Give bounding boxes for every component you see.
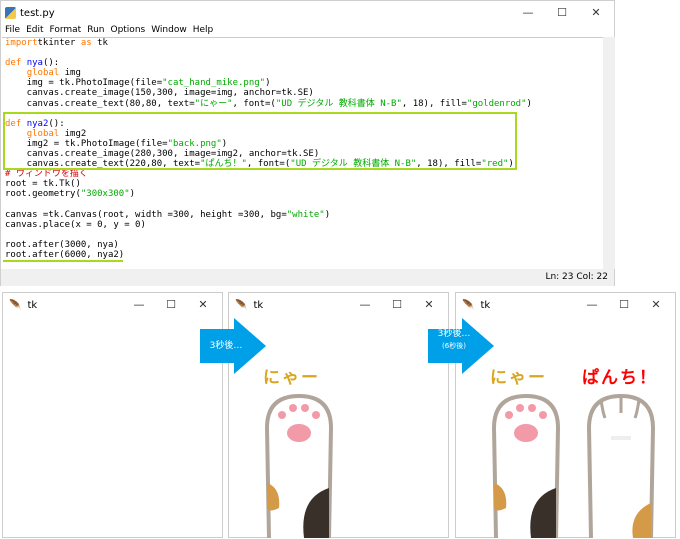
highlight-box bbox=[3, 112, 517, 170]
paw-back-image bbox=[586, 393, 656, 538]
menu-window[interactable]: Window bbox=[151, 25, 187, 37]
code-line: global img bbox=[5, 68, 603, 78]
idle-editor-window: test.py — ☐ ✕ File Edit Format Run Optio… bbox=[0, 0, 615, 286]
code-token: canvas.create_image(150,300, image=img, … bbox=[5, 88, 314, 99]
code-token: "UD デジタル 教科書体 N-B" bbox=[275, 98, 402, 109]
arrow-label: 3秒後… bbox=[209, 341, 243, 351]
tk-window-initial: 🪶 tk — ☐ ✕ bbox=[2, 292, 223, 538]
python-file-icon bbox=[5, 7, 16, 19]
arrow-label: 3秒後… bbox=[437, 329, 471, 339]
code-token: canvas.place(x = 0, y = 0) bbox=[5, 219, 146, 230]
code-token: global bbox=[26, 68, 60, 79]
code-token: , 18), fill= bbox=[401, 98, 467, 109]
code-token: "300x300" bbox=[80, 189, 130, 200]
window-title: tk bbox=[480, 299, 491, 311]
code-token: "white" bbox=[286, 209, 325, 220]
menu-options[interactable]: Options bbox=[110, 25, 145, 37]
code-line: root = tk.Tk() bbox=[5, 179, 603, 189]
feather-icon: 🪶 bbox=[462, 299, 475, 311]
code-line: importtkinter as tk bbox=[5, 38, 603, 48]
menu-bar: File Edit Format Run Options Window Help bbox=[1, 25, 614, 37]
calico-paw-image bbox=[264, 393, 334, 538]
arrow-sublabel: (6秒後) bbox=[442, 342, 466, 350]
code-token: root.after(3000, nya) bbox=[5, 239, 119, 250]
maximize-button[interactable]: ☐ bbox=[155, 293, 187, 315]
editor-title: test.py bbox=[20, 7, 55, 19]
code-token: root.after(6000, nya2) bbox=[5, 249, 125, 260]
code-line: root.after(3000, nya) bbox=[5, 240, 603, 250]
highlight-underline bbox=[3, 260, 123, 262]
code-line: canvas.create_image(150,300, image=img, … bbox=[5, 88, 603, 98]
status-bar: Ln: 23 Col: 22 bbox=[1, 269, 614, 286]
code-token: canvas =tk.Canvas(root, width =300, heig… bbox=[5, 209, 287, 220]
code-token: root.geometry( bbox=[5, 189, 81, 200]
minimize-button[interactable]: — bbox=[349, 293, 381, 315]
minimize-button[interactable]: — bbox=[123, 293, 155, 315]
canvas-text-nya: にゃー bbox=[490, 368, 547, 388]
code-line: canvas =tk.Canvas(root, width =300, heig… bbox=[5, 210, 603, 220]
code-token: def bbox=[5, 58, 27, 69]
code-token: # ウィンドウを描く bbox=[5, 169, 88, 180]
menu-run[interactable]: Run bbox=[87, 25, 104, 37]
code-token: nya bbox=[26, 58, 43, 69]
code-token: root = tk.Tk() bbox=[5, 179, 81, 190]
code-token: ) bbox=[265, 78, 271, 89]
window-title: tk bbox=[27, 299, 38, 311]
arrow-6s: 3秒後… (6秒後) bbox=[428, 318, 496, 374]
code-token: import bbox=[5, 38, 38, 48]
code-token: tk bbox=[91, 38, 108, 48]
close-button[interactable]: ✕ bbox=[640, 293, 672, 315]
minimize-button[interactable]: — bbox=[576, 293, 608, 315]
code-token: canvas.create_text(80,80, text= bbox=[5, 98, 195, 109]
code-token: img bbox=[59, 68, 81, 79]
canvas-text-punch: ぱんち！ bbox=[582, 368, 658, 388]
code-token: img = tk.PhotoImage(file= bbox=[5, 78, 163, 89]
code-token: , font=( bbox=[232, 98, 276, 109]
code-line: # ウィンドウを描く bbox=[5, 169, 603, 179]
vertical-scrollbar[interactable] bbox=[603, 37, 615, 269]
code-token: tkinter bbox=[37, 38, 81, 48]
code-line: root.after(6000, nya2) bbox=[5, 250, 603, 260]
code-token: (): bbox=[42, 58, 60, 69]
arrow-3s: 3秒後… bbox=[200, 318, 268, 374]
code-token: ) bbox=[526, 98, 532, 109]
canvas-text-nya: にゃー bbox=[263, 368, 320, 388]
menu-format[interactable]: Format bbox=[50, 25, 82, 37]
menu-edit[interactable]: Edit bbox=[26, 25, 43, 37]
feather-icon: 🪶 bbox=[9, 299, 22, 311]
minimize-button[interactable]: — bbox=[511, 1, 545, 23]
maximize-button[interactable]: ☐ bbox=[545, 1, 579, 23]
code-token: ) bbox=[129, 189, 136, 200]
code-line: img = tk.PhotoImage(file="cat_hand_mike.… bbox=[5, 78, 603, 88]
code-token: "にゃー" bbox=[194, 98, 233, 109]
close-button[interactable]: ✕ bbox=[579, 1, 613, 23]
menu-file[interactable]: File bbox=[5, 25, 20, 37]
code-line: canvas.place(x = 0, y = 0) bbox=[5, 220, 603, 230]
code-token: "goldenrod" bbox=[466, 98, 527, 109]
calico-paw-image bbox=[491, 393, 561, 538]
feather-icon: 🪶 bbox=[235, 299, 248, 311]
maximize-button[interactable]: ☐ bbox=[608, 293, 640, 315]
window-title: tk bbox=[253, 299, 264, 311]
maximize-button[interactable]: ☐ bbox=[381, 293, 413, 315]
menu-help[interactable]: Help bbox=[193, 25, 214, 37]
code-token: ) bbox=[324, 209, 331, 220]
code-token: "cat_hand_mike.png" bbox=[162, 78, 266, 89]
close-button[interactable]: ✕ bbox=[413, 293, 445, 315]
code-line: root.geometry("300x300") bbox=[5, 189, 603, 199]
code-line: canvas.create_text(80,80, text="にゃー", fo… bbox=[5, 99, 603, 109]
code-token: as bbox=[80, 38, 92, 48]
code-line: def nya(): bbox=[5, 58, 603, 68]
close-button[interactable]: ✕ bbox=[187, 293, 219, 315]
